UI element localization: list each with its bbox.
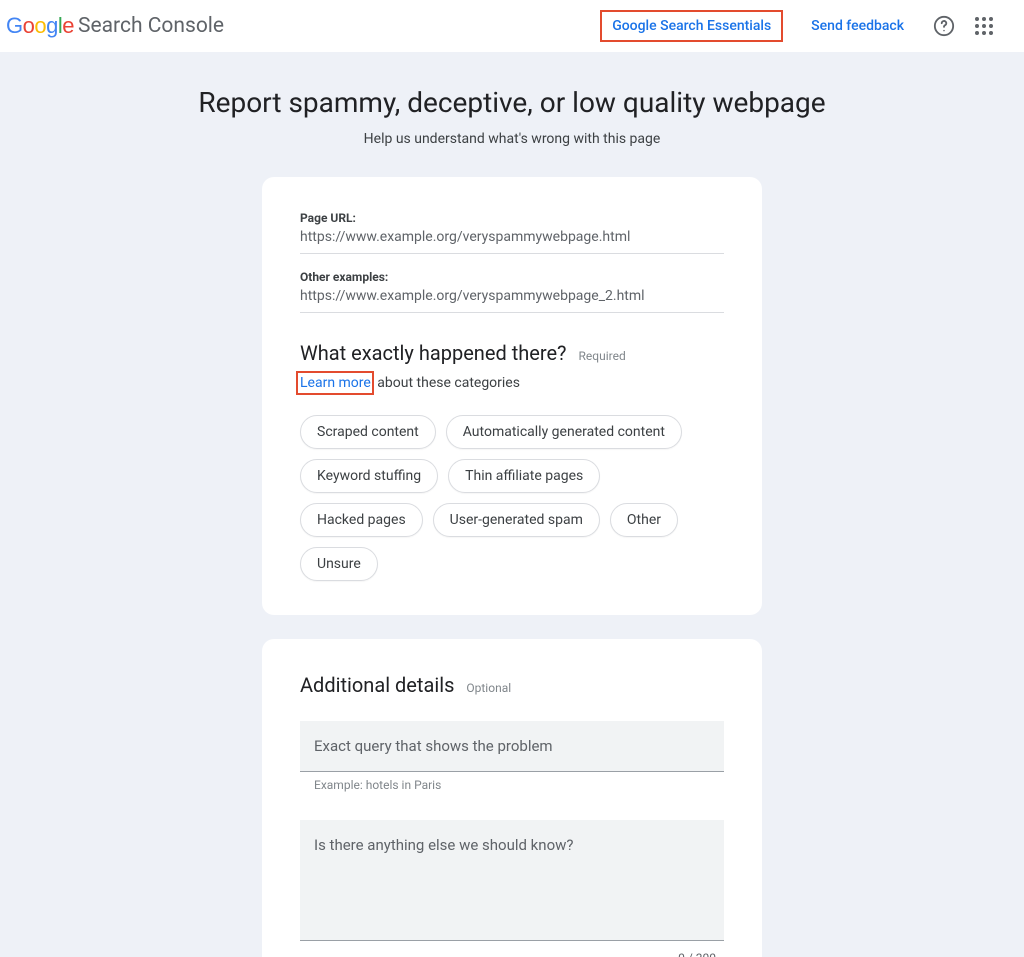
other-examples-label: Other examples: xyxy=(300,270,724,288)
learn-more-row: Learn more about these categories xyxy=(300,375,724,391)
page-subtitle: Help us understand what's wrong with thi… xyxy=(122,131,902,147)
chip-scraped-content[interactable]: Scraped content xyxy=(300,415,436,449)
product-name: Search Console xyxy=(78,14,224,38)
page-url-value: https://www.example.org/veryspammywebpag… xyxy=(300,229,724,254)
app-header: Google Search Console Google Search Esse… xyxy=(0,0,1024,52)
chip-thin-affiliate[interactable]: Thin affiliate pages xyxy=(448,459,600,493)
help-icon[interactable] xyxy=(924,6,964,46)
send-feedback-link[interactable]: Send feedback xyxy=(801,12,914,40)
optional-badge: Optional xyxy=(466,681,511,695)
apps-icon[interactable] xyxy=(964,6,1004,46)
chip-unsure[interactable]: Unsure xyxy=(300,547,378,581)
page-url-label: Page URL: xyxy=(300,211,724,229)
learn-more-suffix: about these categories xyxy=(374,375,520,391)
google-logo: Google xyxy=(6,13,74,39)
learn-more-link[interactable]: Learn more xyxy=(296,371,374,395)
chip-hacked-pages[interactable]: Hacked pages xyxy=(300,503,423,537)
main-content: Report spammy, deceptive, or low quality… xyxy=(122,52,902,957)
what-happened-title: What exactly happened there? xyxy=(300,341,567,365)
logo[interactable]: Google Search Console xyxy=(4,13,224,39)
page-title: Report spammy, deceptive, or low quality… xyxy=(122,86,902,119)
chip-auto-generated[interactable]: Automatically generated content xyxy=(446,415,682,449)
chip-user-spam[interactable]: User-generated spam xyxy=(433,503,600,537)
exact-query-input[interactable] xyxy=(300,721,724,772)
report-card: Page URL: https://www.example.org/verysp… xyxy=(262,177,762,615)
anything-else-textarea[interactable] xyxy=(300,820,724,941)
required-badge: Required xyxy=(579,349,626,363)
category-chips: Scraped content Automatically generated … xyxy=(300,415,724,581)
chip-keyword-stuffing[interactable]: Keyword stuffing xyxy=(300,459,438,493)
chip-other[interactable]: Other xyxy=(610,503,678,537)
char-counter: 0 / 300 xyxy=(300,945,724,957)
search-essentials-link[interactable]: Google Search Essentials xyxy=(600,10,783,42)
details-title: Additional details xyxy=(300,673,454,697)
exact-query-helper: Example: hotels in Paris xyxy=(300,772,724,792)
details-card: Additional details Optional Example: hot… xyxy=(262,639,762,957)
other-examples-value: https://www.example.org/veryspammywebpag… xyxy=(300,288,724,313)
